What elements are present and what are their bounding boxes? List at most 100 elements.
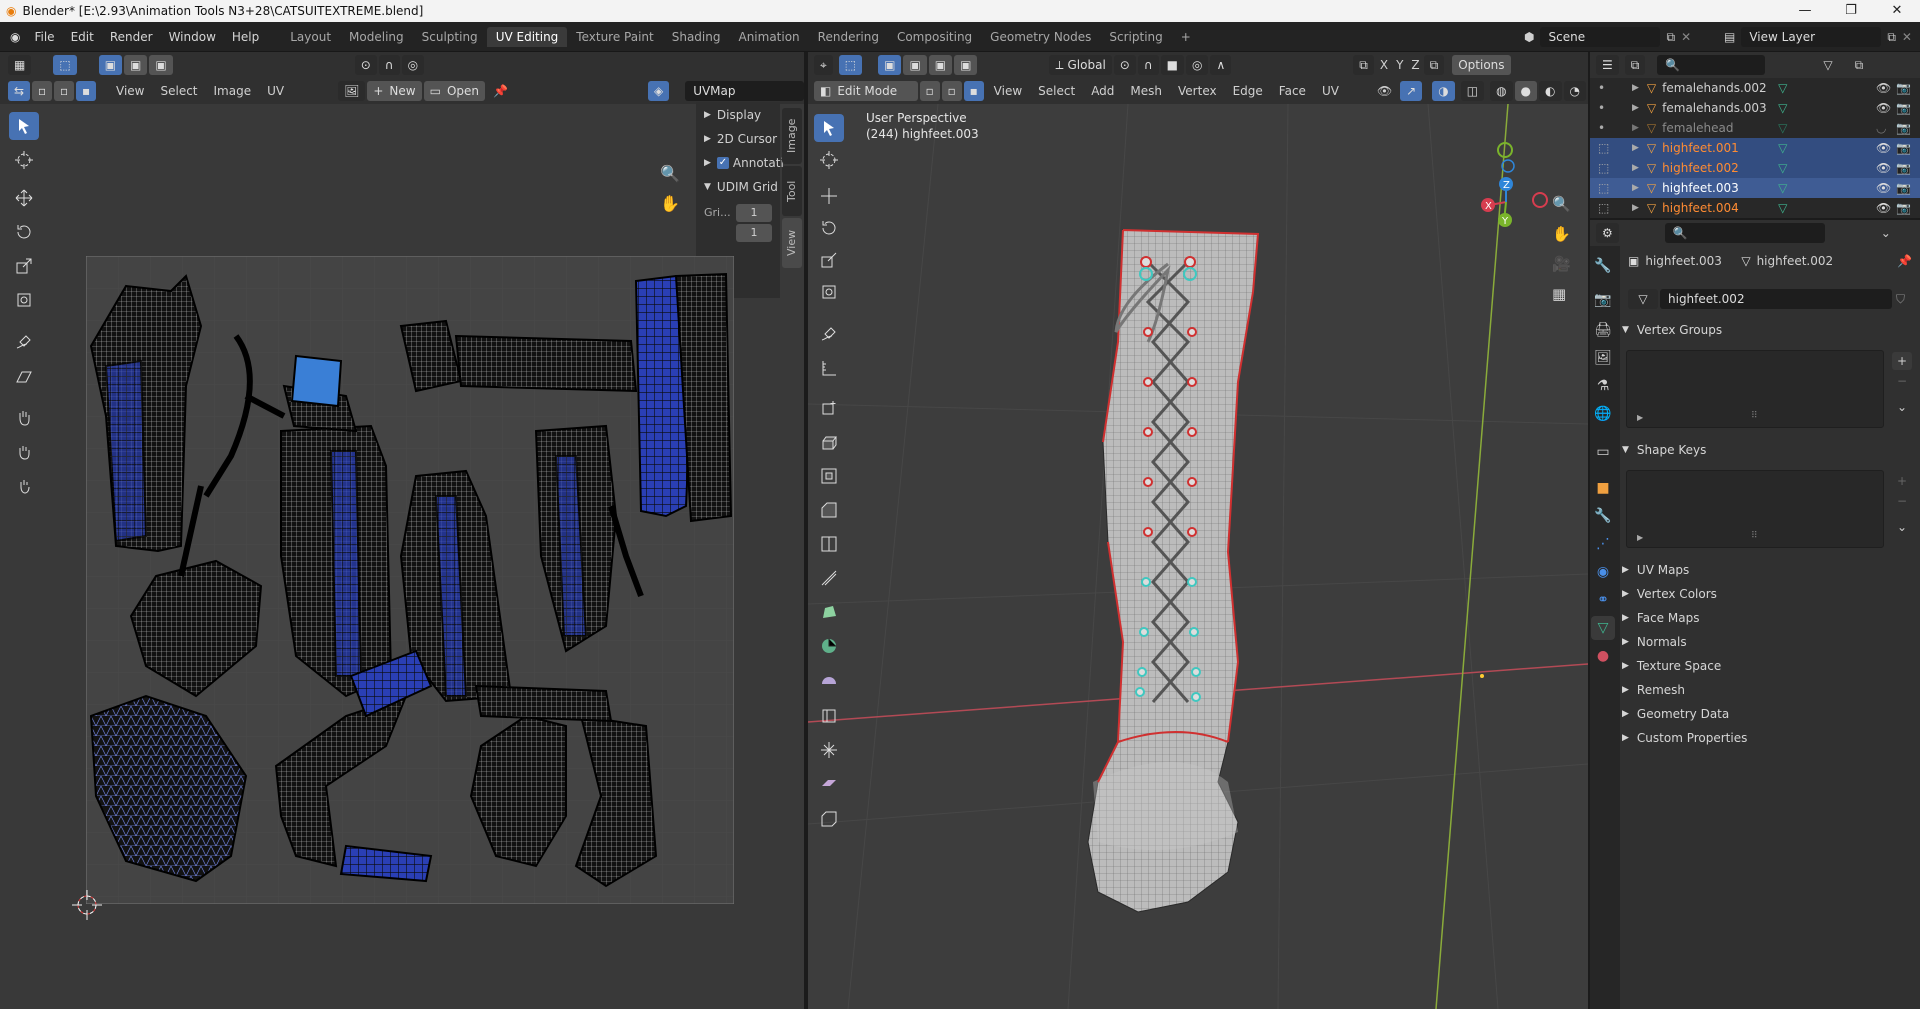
list-expand-icon[interactable]: ▶	[1637, 413, 1643, 422]
expand-arrow-icon[interactable]: ▶	[1632, 183, 1639, 193]
mesh-name-field[interactable]: highfeet.002	[1660, 289, 1892, 309]
overlay-toggle-icon[interactable]: ◑	[1432, 81, 1455, 101]
delete-view-layer-icon[interactable]: ✕	[1902, 30, 1912, 44]
list-resize-handle-icon[interactable]: ⠿	[1751, 531, 1758, 541]
shear-tool-button[interactable]	[814, 770, 844, 798]
view-layer-field[interactable]: View Layer	[1741, 27, 1882, 47]
remove-shape-key-button[interactable]: −	[1892, 492, 1912, 510]
sidebar-tab-view[interactable]: View	[782, 218, 802, 268]
particles-tab-icon[interactable]: ⋰	[1591, 532, 1615, 556]
uvmap-icon[interactable]: ◈	[647, 81, 670, 101]
viewport-editor-type-icon[interactable]: ⌖	[814, 55, 833, 75]
viewport-select-box-icon[interactable]: ⬚	[838, 55, 863, 75]
uv-cursor-tool-button[interactable]	[9, 146, 39, 174]
panel-custom-properties[interactable]: ▶ Custom Properties	[1622, 727, 1747, 749]
new-image-button[interactable]: + New	[367, 81, 422, 101]
pivot-point-icon[interactable]: ⊙	[1113, 55, 1136, 75]
poly-build-tool-button[interactable]	[814, 598, 844, 626]
properties-editor-type-icon[interactable]: ⚙	[1596, 223, 1619, 243]
xray-toggle-icon[interactable]: ◫	[1460, 81, 1485, 101]
scene-icon[interactable]: ⬢	[1524, 30, 1534, 44]
material-tab-icon[interactable]: ●	[1591, 644, 1615, 668]
tab-shading[interactable]: Shading	[663, 27, 730, 47]
menu-file[interactable]: File	[26, 30, 62, 44]
uv-menu-select[interactable]: Select	[152, 84, 205, 98]
filter-icon[interactable]: ▽	[1823, 58, 1832, 72]
panel-uv-maps[interactable]: ▶ UV Maps	[1622, 559, 1689, 581]
proportional-icon[interactable]: ◎	[401, 55, 425, 75]
viewport-rotate-tool-button[interactable]	[814, 214, 844, 242]
outliner-row[interactable]: ⬚ ▶ ▽ highfeet.004 ▽ 👁 📷	[1590, 198, 1920, 218]
expand-arrow-icon[interactable]: ▶	[1632, 203, 1639, 213]
orientation-dropdown[interactable]: ⟂ Global	[1049, 55, 1112, 75]
modifier-tab-icon[interactable]: 🔧	[1591, 504, 1615, 528]
outliner-display-mode-icon[interactable]: ⧉	[1624, 55, 1646, 75]
viewport-menu-vertex[interactable]: Vertex	[1170, 84, 1225, 98]
sidebar-tab-image[interactable]: Image	[782, 108, 802, 164]
tab-compositing[interactable]: Compositing	[888, 27, 981, 47]
panel-annotations[interactable]: ▶ ✓ Annotati	[704, 156, 784, 170]
world-tab-icon[interactable]: 🌐	[1591, 402, 1615, 426]
sidebar-tab-tool[interactable]: Tool	[782, 166, 802, 216]
scene-tab-icon[interactable]: ⚗	[1591, 374, 1615, 398]
image-browse-icon[interactable]: 🖼	[338, 81, 366, 101]
zoom-icon[interactable]: 🔍	[660, 164, 680, 183]
viewport-menu-view[interactable]: View	[986, 84, 1030, 98]
tab-sculpting[interactable]: Sculpting	[413, 27, 487, 47]
select-mode-icon[interactable]: ▣	[98, 55, 123, 75]
output-tab-icon[interactable]: 🖨	[1591, 318, 1615, 342]
expand-arrow-icon[interactable]: ▶	[1632, 143, 1639, 153]
list-expand-icon[interactable]: ▶	[1637, 533, 1643, 542]
outliner-row[interactable]: • ▶ ▽ femalehands.002 ▽ 👁 📷	[1590, 78, 1920, 98]
mirror-icon[interactable]: ⧉	[1353, 55, 1374, 75]
tab-scripting[interactable]: Scripting	[1100, 27, 1171, 47]
menu-render[interactable]: Render	[102, 30, 161, 44]
uv-rip-tool-button[interactable]	[9, 364, 39, 392]
viewport-menu-face[interactable]: Face	[1271, 84, 1314, 98]
minimize-button[interactable]: —	[1782, 0, 1828, 22]
viewport-annotate-tool-button[interactable]	[814, 320, 844, 348]
2d-cursor-icon[interactable]	[70, 888, 104, 922]
uv-transform-tool-button[interactable]	[9, 286, 39, 314]
uv-grab-tool-button[interactable]	[9, 404, 39, 432]
panel-2d-cursor[interactable]: ▶ 2D Cursor	[704, 132, 777, 146]
snap-icon[interactable]: ∩	[378, 55, 400, 75]
mirror-y-toggle[interactable]: Y	[1392, 58, 1407, 72]
select-box-tool-icon[interactable]: ⬚	[53, 55, 77, 75]
panel-udim-grid[interactable]: ▼ UDIM Grid	[704, 180, 778, 194]
expand-arrow-icon[interactable]: ▶	[1632, 163, 1639, 173]
material-shading-icon[interactable]: ◐	[1539, 81, 1562, 101]
outliner-row[interactable]: • ▶ ▽ femalehands.003 ▽ 👁 📷	[1590, 98, 1920, 118]
tab-layout[interactable]: Layout	[281, 27, 340, 47]
properties-options-icon[interactable]: ⌄	[1881, 226, 1891, 240]
panel-face-maps[interactable]: ▶ Face Maps	[1622, 607, 1699, 629]
uv-edge-mode-icon[interactable]: ▫	[54, 81, 74, 101]
camera-icon[interactable]: 📷	[1896, 141, 1911, 155]
outliner-search-input[interactable]: 🔍	[1657, 55, 1766, 75]
tab-geometry-nodes[interactable]: Geometry Nodes	[981, 27, 1100, 47]
shrink-fatten-tool-button[interactable]	[814, 736, 844, 764]
panel-vertex-colors[interactable]: ▶ Vertex Colors	[1622, 583, 1717, 605]
viewport-transform-tool-button[interactable]	[814, 278, 844, 306]
camera-icon[interactable]: 📷	[1896, 81, 1911, 95]
visibility-icon[interactable]: 👁	[1377, 84, 1392, 98]
add-vertex-group-button[interactable]: +	[1892, 352, 1912, 370]
uv-vertex-mode-icon[interactable]: ▫	[32, 81, 52, 101]
shape-key-specials-icon[interactable]: ⌄	[1892, 518, 1912, 536]
panel-shape-keys[interactable]: ▼ Shape Keys	[1622, 439, 1706, 461]
grid-x-field[interactable]: 1	[736, 204, 772, 222]
add-workspace-button[interactable]: +	[1172, 27, 1200, 47]
eye-icon[interactable]: 👁	[1876, 101, 1891, 115]
ortho-toggle-icon[interactable]: ▦	[1552, 285, 1566, 303]
constraints-tab-icon[interactable]: ⚭	[1591, 588, 1615, 612]
tab-animation[interactable]: Animation	[729, 27, 808, 47]
navigation-gizmo[interactable]: X Z Y	[1468, 110, 1578, 240]
camera-icon[interactable]: 📷	[1896, 101, 1911, 115]
outliner-editor-type-icon[interactable]: ☰	[1596, 55, 1619, 75]
expand-arrow-icon[interactable]: ▶	[1632, 103, 1639, 113]
eye-icon[interactable]: 👁	[1876, 81, 1891, 95]
eye-hidden-icon[interactable]: ◡	[1876, 121, 1886, 135]
view-layer-tab-icon[interactable]: 🖼	[1591, 346, 1615, 370]
uv-menu-uv[interactable]: UV	[259, 84, 292, 98]
pin-icon[interactable]: 📌	[1897, 254, 1912, 268]
